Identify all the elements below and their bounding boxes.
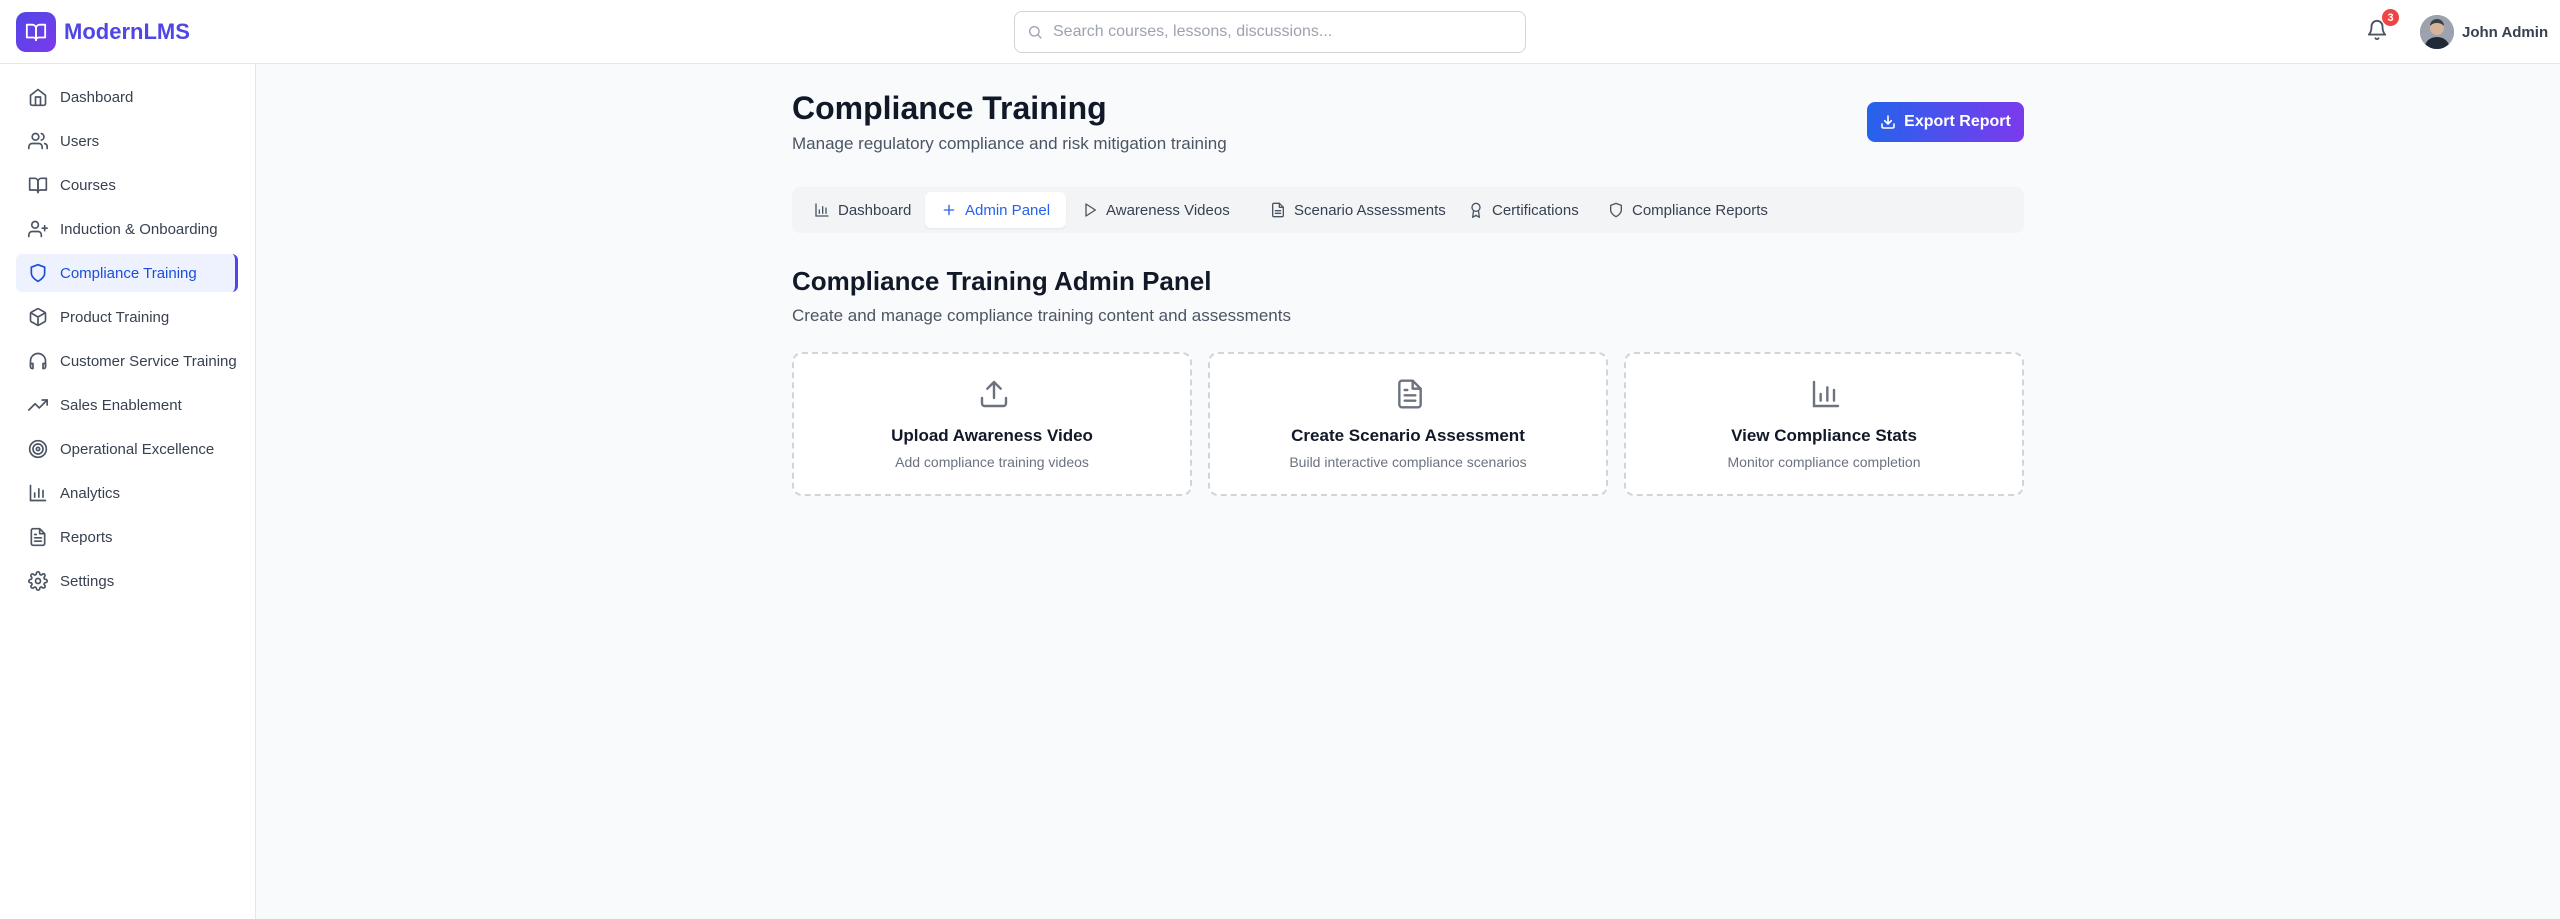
- tab-admin-panel[interactable]: Admin Panel: [925, 192, 1067, 228]
- book-open-icon: [16, 12, 56, 52]
- admin-panel-title: Compliance Training Admin Panel: [792, 266, 1212, 296]
- create-scenario-assessment-card[interactable]: Create Scenario Assessment Build interac…: [1208, 352, 1608, 496]
- tab-awareness-videos[interactable]: Awareness Videos: [1066, 192, 1246, 228]
- sidebar-item-users[interactable]: Users: [16, 122, 238, 160]
- gear-icon: [28, 571, 48, 591]
- card-title: Create Scenario Assessment: [1291, 426, 1525, 445]
- card-description: Monitor compliance completion: [1727, 454, 1921, 470]
- export-report-button[interactable]: Export Report: [1867, 102, 2024, 142]
- user-name: John Admin: [2462, 23, 2549, 41]
- headphones-icon: [28, 351, 48, 371]
- sidebar-item-sales-enablement[interactable]: Sales Enablement: [16, 386, 238, 424]
- avatar: [2420, 15, 2454, 49]
- sidebar-item-label: Dashboard: [60, 88, 134, 106]
- file-text-icon: [1270, 202, 1286, 218]
- sidebar-item-dashboard[interactable]: Dashboard: [16, 78, 238, 116]
- play-icon: [1082, 202, 1098, 218]
- bar-chart-icon: [28, 483, 48, 503]
- target-icon: [28, 439, 48, 459]
- sidebar-item-operational-excellence[interactable]: Operational Excellence: [16, 430, 238, 468]
- sidebar-item-compliance-training[interactable]: Compliance Training: [16, 254, 238, 292]
- home-icon: [28, 87, 48, 107]
- page-title: Compliance Training: [792, 90, 1107, 126]
- card-title: Upload Awareness Video: [891, 426, 1093, 445]
- tab-certifications[interactable]: Certifications: [1452, 192, 1595, 228]
- users-icon: [28, 131, 48, 151]
- sidebar-item-label: Compliance Training: [60, 264, 197, 282]
- sidebar-item-customer-service-training[interactable]: Customer Service Training: [16, 342, 238, 380]
- sidebar-item-induction-onboarding[interactable]: Induction & Onboarding: [16, 210, 238, 248]
- sidebar-item-settings[interactable]: Settings: [16, 562, 238, 600]
- upload-icon: [978, 378, 1010, 410]
- top-header: ModernLMS 3 John Admin: [0, 0, 2560, 64]
- sidebar-item-label: Reports: [60, 528, 113, 546]
- notification-badge: 3: [2382, 9, 2399, 26]
- admin-panel-subtitle: Create and manage compliance training co…: [792, 306, 1291, 325]
- tab-label: Scenario Assessments: [1294, 201, 1446, 219]
- shield-icon: [28, 263, 48, 283]
- file-text-icon: [28, 527, 48, 547]
- sidebar: Dashboard Users Courses Induction & Onbo…: [0, 64, 256, 919]
- tab-label: Awareness Videos: [1106, 201, 1230, 219]
- upload-awareness-video-card[interactable]: Upload Awareness Video Add compliance tr…: [792, 352, 1192, 496]
- sidebar-item-label: Analytics: [60, 484, 121, 502]
- tab-bar: Dashboard Admin Panel Awareness Videos S…: [792, 187, 2024, 233]
- sidebar-item-label: Induction & Onboarding: [60, 220, 218, 238]
- sidebar-item-label: Sales Enablement: [60, 396, 182, 414]
- sidebar-item-label: Users: [60, 132, 100, 150]
- app-name: ModernLMS: [64, 19, 190, 44]
- card-description: Build interactive compliance scenarios: [1289, 454, 1527, 470]
- user-plus-icon: [28, 219, 48, 239]
- file-text-icon: [1394, 378, 1426, 410]
- sidebar-item-courses[interactable]: Courses: [16, 166, 238, 204]
- view-compliance-stats-card[interactable]: View Compliance Stats Monitor compliance…: [1624, 352, 2024, 496]
- plus-icon: [941, 202, 957, 218]
- sidebar-item-label: Product Training: [60, 308, 170, 326]
- bar-chart-icon: [1810, 378, 1842, 410]
- sidebar-item-reports[interactable]: Reports: [16, 518, 238, 556]
- sidebar-item-label: Courses: [60, 176, 116, 194]
- search-input[interactable]: [1053, 23, 1493, 41]
- trending-up-icon: [28, 395, 48, 415]
- shield-icon: [1608, 202, 1624, 218]
- sidebar-item-product-training[interactable]: Product Training: [16, 298, 238, 336]
- download-icon: [1880, 114, 1896, 130]
- card-title: View Compliance Stats: [1731, 426, 1917, 445]
- book-icon: [28, 175, 48, 195]
- sidebar-item-label: Customer Service Training: [60, 352, 237, 370]
- export-report-label: Export Report: [1904, 113, 2011, 130]
- search-box[interactable]: [1014, 11, 1526, 53]
- user-menu[interactable]: John Admin: [2420, 15, 2548, 49]
- search-icon: [1027, 24, 1043, 40]
- tab-label: Compliance Reports: [1632, 201, 1768, 219]
- tab-label: Admin Panel: [965, 201, 1051, 219]
- sidebar-item-label: Operational Excellence: [60, 440, 215, 458]
- package-icon: [28, 307, 48, 327]
- sidebar-item-analytics[interactable]: Analytics: [16, 474, 238, 512]
- card-description: Add compliance training videos: [895, 454, 1089, 470]
- app-logo[interactable]: ModernLMS: [16, 12, 190, 52]
- award-icon: [1468, 202, 1484, 218]
- page-subtitle: Manage regulatory compliance and risk mi…: [792, 134, 1227, 153]
- tab-dashboard[interactable]: Dashboard: [798, 192, 927, 228]
- tab-label: Certifications: [1492, 201, 1579, 219]
- tab-compliance-reports[interactable]: Compliance Reports: [1592, 192, 1784, 228]
- sidebar-item-label: Settings: [60, 572, 115, 590]
- tab-scenario-assessments[interactable]: Scenario Assessments: [1254, 192, 1462, 228]
- bar-chart-icon: [814, 202, 830, 218]
- tab-label: Dashboard: [838, 201, 912, 219]
